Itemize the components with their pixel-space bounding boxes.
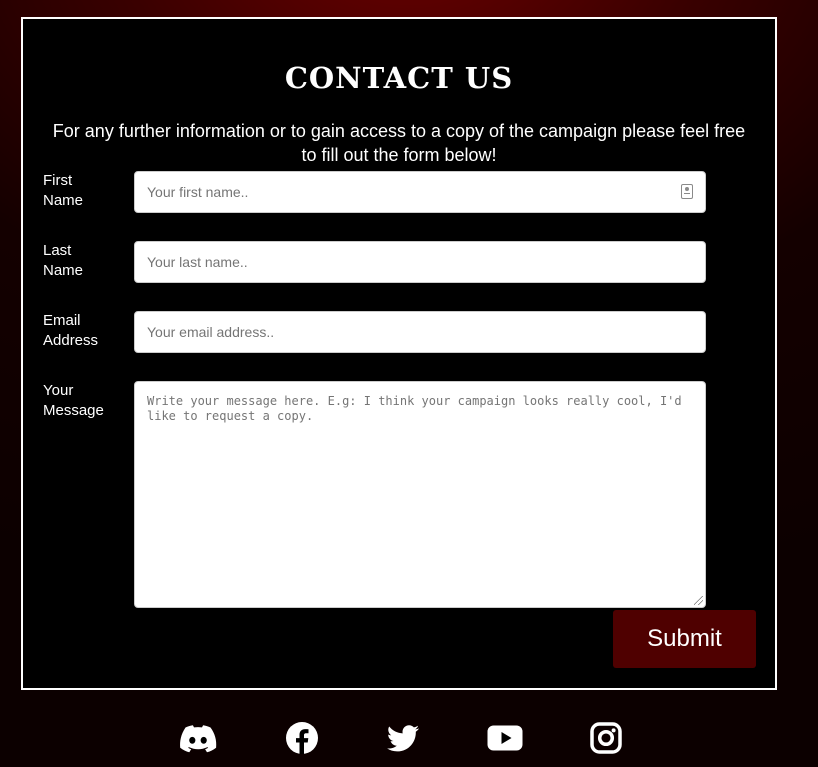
twitter-icon[interactable]	[384, 720, 422, 756]
contact-intro: For any further information or to gain a…	[52, 121, 746, 165]
discord-icon[interactable]	[179, 720, 217, 756]
contact-card-icon[interactable]	[681, 184, 693, 199]
submit-button[interactable]: Submit	[613, 610, 756, 668]
last-name-placeholder: Your last name..	[147, 254, 248, 270]
message-textarea[interactable]: Write your message here. E.g: I think yo…	[134, 381, 706, 608]
youtube-icon[interactable]	[486, 720, 524, 756]
first-name-placeholder: Your first name..	[147, 184, 249, 200]
last-name-label: Last Name	[43, 242, 84, 279]
message-placeholder: Write your message here. E.g: I think yo…	[147, 394, 682, 423]
contact-panel: CONTACT US For any further information o…	[21, 17, 777, 690]
facebook-icon[interactable]	[283, 720, 321, 756]
instagram-icon[interactable]	[587, 720, 625, 756]
first-name-label: First Name	[43, 172, 84, 209]
last-name-input[interactable]: Your last name..	[134, 241, 706, 283]
resize-handle-icon[interactable]	[694, 596, 703, 605]
email-input[interactable]: Your email address..	[134, 311, 706, 353]
first-name-input[interactable]: Your first name..	[134, 171, 706, 213]
social-links	[0, 720, 818, 756]
page-title: CONTACT US	[284, 61, 514, 95]
email-placeholder: Your email address..	[147, 324, 275, 340]
email-label: Email Address	[43, 312, 99, 349]
message-label: Your Message	[43, 382, 104, 419]
